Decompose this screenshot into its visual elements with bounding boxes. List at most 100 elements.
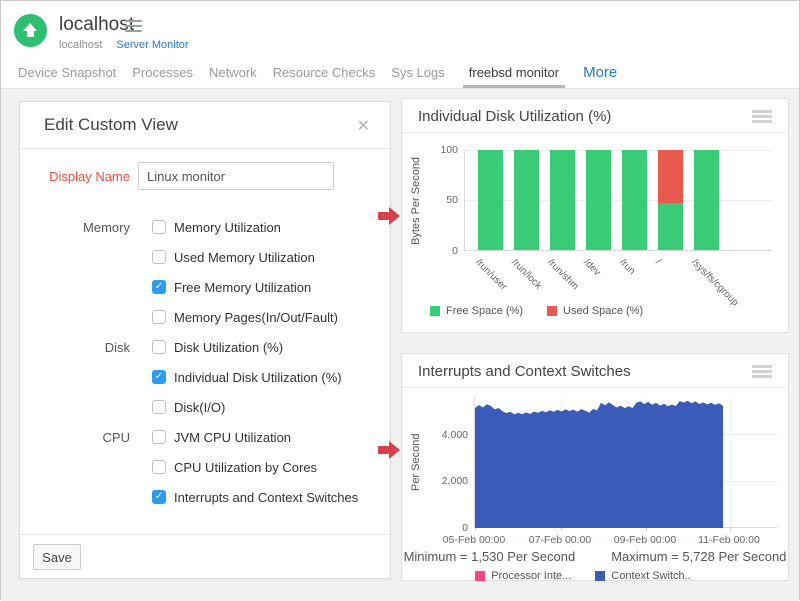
y-tick-0: 0	[418, 245, 458, 257]
checkbox-cell: JVM CPU Utilization	[138, 430, 390, 445]
tab-freebsd-monitor[interactable]: freebsd monitor	[469, 56, 559, 88]
y-tick-50: 50	[418, 194, 458, 206]
modal-footer: Save	[20, 534, 390, 580]
group-label-disk: Disk	[44, 340, 130, 355]
x-category-label: /run/user	[473, 257, 509, 293]
tab-resource-checks[interactable]: Resource Checks	[273, 56, 376, 88]
checkbox-cell: ✓ Free Memory Utilization	[138, 280, 390, 295]
modal-header: Edit Custom View ✕	[20, 102, 390, 149]
display-name-row: Display Name	[20, 158, 390, 194]
y-tick-4000: 4,000	[428, 429, 468, 441]
bar-run-shm	[550, 150, 575, 250]
bar-free-segment	[514, 150, 539, 250]
bar-free-segment	[658, 203, 683, 250]
legend-swatch	[475, 571, 485, 581]
checkbox-label: Free Memory Utilization	[174, 280, 311, 295]
checkbox-label: Disk(I/O)	[174, 400, 225, 415]
legend-label: Context Switch..	[611, 570, 690, 582]
x-category-label: /	[653, 257, 663, 267]
y-tick-2000: 2,000	[428, 475, 468, 487]
breadcrumb-server-monitor-link[interactable]: Server Monitor	[116, 39, 188, 51]
bar-chart-plot	[464, 150, 772, 251]
group-label-cpu: CPU	[44, 430, 130, 445]
checkbox-label: Disk Utilization (%)	[174, 340, 283, 355]
checkbox-individual-disk-utilization[interactable]: ✓	[152, 370, 166, 384]
checkbox-interrupts-and-context-switches[interactable]: ✓	[152, 490, 166, 504]
tab-processes[interactable]: Processes	[132, 56, 193, 88]
legend-swatch	[430, 306, 440, 316]
bar-dev	[586, 150, 611, 250]
checkbox-cell: ✓Interrupts and Context Switches	[138, 490, 390, 505]
bar-run-lock	[514, 150, 539, 250]
context-switches-area	[475, 397, 723, 528]
checkbox-row-memory-pages-in-out-fault: Memory Pages(In/Out/Fault)	[20, 302, 390, 332]
bar-run-user	[478, 150, 503, 250]
y-tick-0: 0	[428, 522, 468, 534]
checkbox-row-interrupts-and-context-switches: ✓Interrupts and Context Switches	[20, 482, 390, 512]
checkbox-jvm-cpu-utilization[interactable]	[152, 430, 166, 444]
checkbox-row-cpu-utilization-by-cores: CPU Utilization by Cores	[20, 452, 390, 482]
checkbox-memory-utilization[interactable]	[152, 220, 166, 234]
checkbox-cell: Disk(I/O)	[138, 400, 390, 415]
bar-free-segment	[550, 150, 575, 250]
checkbox-row-jvm-cpu-utilization: CPU JVM CPU Utilization	[20, 422, 390, 452]
tab-network[interactable]: Network	[209, 56, 257, 88]
x-category-label: /sys/fs/cgroup	[689, 257, 740, 308]
tab-more[interactable]: More	[583, 56, 617, 88]
bar-free-segment	[586, 150, 611, 250]
legend-item-processor-inte[interactable]: Processor Inte...	[475, 570, 571, 582]
chart-menu-icon[interactable]	[752, 365, 772, 380]
annotation-arrow-interrupts-chart	[378, 441, 400, 459]
checkbox-cpu-utilization-by-cores[interactable]	[152, 460, 166, 474]
display-name-label: Display Name	[44, 169, 130, 184]
checkbox-cell: Memory Pages(In/Out/Fault)	[138, 310, 390, 325]
close-icon[interactable]: ✕	[357, 116, 370, 136]
checkbox-memory-pages-in-out-fault[interactable]	[152, 310, 166, 324]
maximum-value: Maximum = 5,728 Per Second	[611, 549, 786, 564]
minimum-value: Minimum = 1,530 Per Second	[404, 549, 576, 564]
disk-utilization-chart-panel: Individual Disk Utilization (%) Bytes Pe…	[401, 98, 789, 333]
checkbox-free-memory-utilization[interactable]: ✓	[152, 280, 166, 294]
hamburger-menu-icon[interactable]	[125, 20, 142, 35]
checkbox-label: JVM CPU Utilization	[174, 430, 291, 445]
checkbox-disk-utilization[interactable]	[152, 340, 166, 354]
chart-summary-row: Minimum = 1,530 Per Second Maximum = 5,7…	[402, 549, 788, 564]
bar-free-segment	[694, 150, 719, 250]
checkbox-disk-i-o[interactable]	[152, 400, 166, 414]
x-tick-11-feb: 11-Feb 00:00	[689, 534, 769, 546]
checkbox-cell: CPU Utilization by Cores	[138, 460, 390, 475]
breadcrumb-host: localhost	[59, 39, 102, 51]
checkbox-row-used-memory-utilization: Used Memory Utilization	[20, 242, 390, 272]
legend-label: Processor Inte...	[491, 570, 571, 582]
chart-menu-icon[interactable]	[752, 110, 772, 125]
server-monitor-page: { "header": { "title": "localhost", "bre…	[0, 0, 800, 600]
save-button[interactable]: Save	[33, 544, 81, 570]
x-category-label: /run/lock	[509, 257, 544, 292]
checkbox-list: MemoryMemory UtilizationUsed Memory Util…	[20, 212, 390, 512]
tab-device-snapshot[interactable]: Device Snapshot	[18, 56, 116, 88]
checkbox-cell: ✓Individual Disk Utilization (%)	[138, 370, 390, 385]
x-tick-09-feb: 09-Feb 00:00	[605, 534, 685, 546]
chart-title: Interrupts and Context Switches	[418, 363, 631, 380]
display-name-input[interactable]	[138, 162, 334, 190]
checkbox-label: Memory Utilization	[174, 220, 281, 235]
area-chart-legend: Processor Inte... Context Switch..	[402, 570, 788, 582]
legend-item-used-space[interactable]: Used Space (%)	[547, 305, 643, 317]
checkbox-used-memory-utilization[interactable]	[152, 250, 166, 264]
legend-item-context-switch[interactable]: Context Switch..	[595, 570, 690, 582]
legend-item-free-space[interactable]: Free Space (%)	[430, 305, 523, 317]
chart-title: Individual Disk Utilization (%)	[418, 108, 611, 125]
area-chart-plot	[474, 397, 777, 528]
x-category-label: /run	[617, 257, 637, 277]
x-tick-05-feb: 05-Feb 00:00	[434, 534, 514, 546]
checkbox-row-disk-i-o: Disk(I/O)	[20, 392, 390, 422]
legend-swatch	[595, 571, 605, 581]
page-title: localhost	[59, 14, 134, 36]
modal-title: Edit Custom View	[44, 115, 178, 135]
checkbox-label: CPU Utilization by Cores	[174, 460, 317, 475]
tab-sys-logs[interactable]: Sys Logs	[391, 56, 444, 88]
x-category-label: /dev	[581, 257, 602, 278]
bar-free-segment	[478, 150, 503, 250]
annotation-arrow-disk-chart	[378, 207, 400, 225]
bar-chart-legend: Free Space (%) Used Space (%)	[430, 305, 667, 317]
